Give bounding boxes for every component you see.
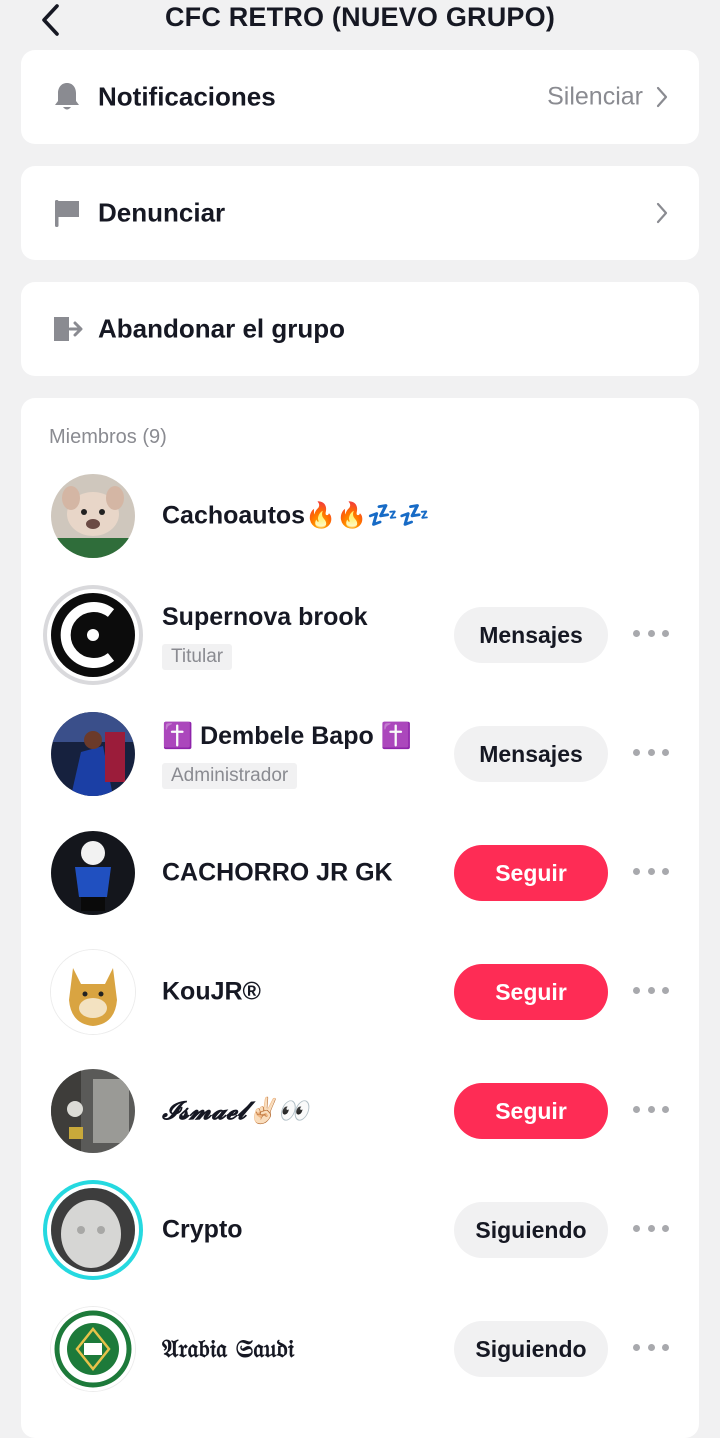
leave-icon <box>51 313 83 345</box>
avatar[interactable] <box>51 831 135 915</box>
more-icon[interactable] <box>633 868 669 878</box>
leave-group-row[interactable]: Abandonar el grupo <box>21 282 699 376</box>
member-name: 𝓘𝓼𝓶𝓪𝓮𝓵✌🏻👀 <box>162 1096 309 1125</box>
avatar[interactable] <box>51 593 135 677</box>
avatar[interactable] <box>51 1188 135 1272</box>
member-name: Cachoautos🔥🔥💤💤 <box>162 501 430 530</box>
member-row[interactable]: ✝️ Dembele Bapo ✝️ Administrador Mensaje… <box>21 704 699 804</box>
member-name: 𝔄𝔯𝔞𝔟𝔦𝔞 𝔖𝔞𝔲𝔡𝔦 <box>162 1334 295 1363</box>
bell-icon <box>51 81 83 113</box>
more-icon[interactable] <box>633 630 669 640</box>
report-label: Denunciar <box>98 197 226 228</box>
notifications-value: Silenciar <box>547 82 643 111</box>
following-button[interactable]: Siguiendo <box>454 1321 608 1377</box>
top-bar: CFC RETRO (NUEVO GRUPO) <box>0 0 720 44</box>
follow-button[interactable]: Seguir <box>454 964 608 1020</box>
page-title: CFC RETRO (NUEVO GRUPO) <box>164 2 556 32</box>
notifications-label: Notificaciones <box>98 81 276 112</box>
member-name: Supernova brook <box>162 603 368 631</box>
message-button[interactable]: Mensajes <box>454 726 608 782</box>
message-button[interactable]: Mensajes <box>454 607 608 663</box>
member-row[interactable]: Cachoautos🔥🔥💤💤 <box>21 466 699 566</box>
member-name: Crypto <box>162 1215 243 1244</box>
avatar[interactable] <box>51 712 135 796</box>
members-title: Miembros (9) <box>49 426 167 448</box>
ffa-logo <box>51 1307 135 1391</box>
avatar[interactable] <box>51 1069 135 1153</box>
more-icon[interactable] <box>633 1344 669 1354</box>
avatar[interactable] <box>51 474 135 558</box>
chevron-right-icon <box>656 202 668 224</box>
role-badge: Administrador <box>162 763 298 789</box>
member-row[interactable]: KouJR® Seguir <box>21 942 699 1042</box>
more-icon[interactable] <box>633 1106 669 1116</box>
following-button[interactable]: Siguiendo <box>454 1202 608 1258</box>
more-icon[interactable] <box>633 987 669 997</box>
flag-icon <box>51 197 83 229</box>
more-icon[interactable] <box>633 1225 669 1235</box>
chevron-right-icon <box>656 86 668 108</box>
avatar[interactable] <box>51 950 135 1034</box>
member-row[interactable]: Supernova brook Titular Mensajes <box>21 585 699 685</box>
leave-group-label: Abandonar el grupo <box>98 313 345 344</box>
avatar[interactable] <box>51 1307 135 1391</box>
follow-button[interactable]: Seguir <box>454 845 608 901</box>
report-row[interactable]: Denunciar <box>21 166 699 260</box>
members-card: Miembros (9) Cachoautos🔥🔥💤💤 Supernova br… <box>21 398 699 1438</box>
notifications-row[interactable]: Notificaciones Silenciar <box>21 50 699 144</box>
role-badge: Titular <box>162 644 233 670</box>
member-name: KouJR® <box>162 977 261 1006</box>
member-row[interactable]: CACHORRO JR GK Seguir <box>21 823 699 923</box>
member-row[interactable]: 𝔄𝔯𝔞𝔟𝔦𝔞 𝔖𝔞𝔲𝔡𝔦 Siguiendo <box>21 1299 699 1399</box>
more-icon[interactable] <box>633 749 669 759</box>
member-row[interactable]: Crypto Siguiendo <box>21 1180 699 1280</box>
member-name: CACHORRO JR GK <box>162 858 393 887</box>
member-row[interactable]: 𝓘𝓼𝓶𝓪𝓮𝓵✌🏻👀 Seguir <box>21 1061 699 1161</box>
member-name: ✝️ Dembele Bapo ✝️ <box>162 722 412 750</box>
follow-button[interactable]: Seguir <box>454 1083 608 1139</box>
